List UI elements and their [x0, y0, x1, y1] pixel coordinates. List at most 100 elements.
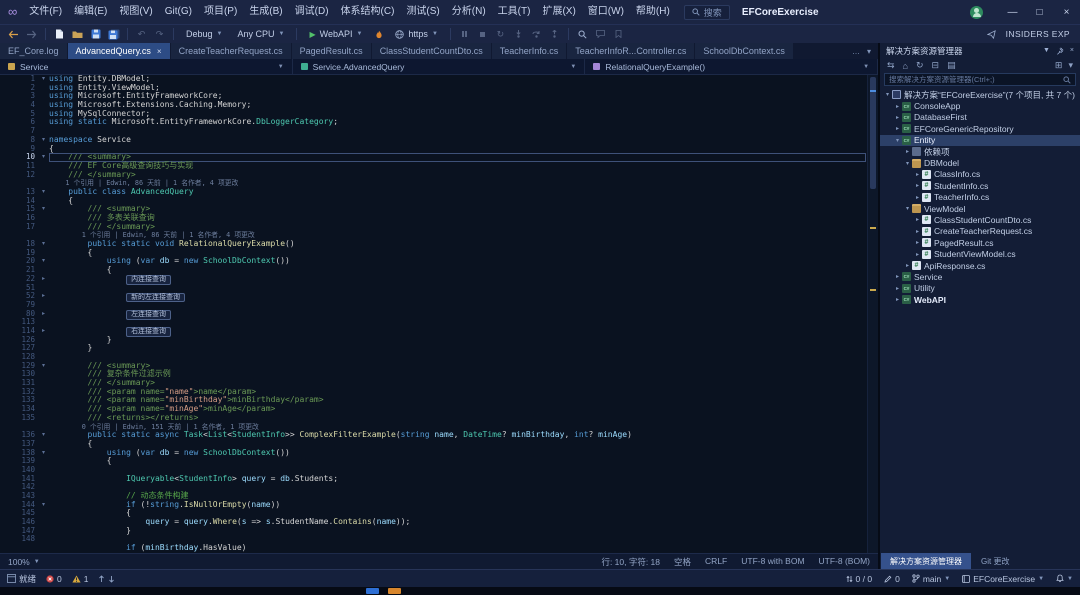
tree-item[interactable]: ▸C#Service: [880, 271, 1080, 282]
expander-icon[interactable]: ▸: [893, 285, 902, 292]
tree-item[interactable]: ▸#StudentViewModel.cs: [880, 248, 1080, 259]
document-tab[interactable]: TeacherInfo.cs: [492, 43, 567, 59]
step-out-icon[interactable]: [547, 27, 562, 42]
expander-icon[interactable]: ▸: [913, 228, 922, 235]
editor-status-item[interactable]: 行: 10, 字符: 18: [601, 556, 660, 568]
tab-git-changes[interactable]: Git 更改: [972, 553, 1018, 569]
fold-marker[interactable]: ▾: [38, 205, 49, 214]
redo-icon[interactable]: ↷: [152, 27, 167, 42]
document-tab[interactable]: EF_Core.log: [0, 43, 67, 59]
editor-status-item[interactable]: UTF-8 (BOM): [819, 556, 870, 568]
step-into-icon[interactable]: [511, 27, 526, 42]
navigate-forward-icon[interactable]: [24, 27, 39, 42]
fold-marker[interactable]: ▾: [38, 153, 49, 162]
start-debugging-button[interactable]: ▶WebAPI▼: [303, 29, 368, 39]
expander-icon[interactable]: ▸: [893, 125, 902, 132]
tab-solution-explorer[interactable]: 解决方案资源管理器: [881, 553, 971, 569]
pin-icon[interactable]: [1056, 47, 1064, 55]
expander-icon[interactable]: ▾: [903, 205, 912, 212]
git-branch[interactable]: main ▼: [912, 574, 950, 584]
expander-icon[interactable]: ▸: [893, 273, 902, 280]
error-count[interactable]: 0: [46, 574, 62, 584]
tree-item[interactable]: ▸#ClassStudentCountDto.cs: [880, 214, 1080, 225]
preview-selected-icon[interactable]: ⊞: [1055, 60, 1063, 71]
step-over-icon[interactable]: [529, 27, 544, 42]
fold-marker[interactable]: ▾: [38, 257, 49, 266]
commits-sync[interactable]: 0 / 0: [846, 574, 873, 584]
expander-icon[interactable]: ▸: [893, 114, 902, 121]
editor-status-item[interactable]: UTF-8 with BOM: [741, 556, 804, 568]
menu-item[interactable]: 窗口(W): [582, 0, 630, 24]
expander-icon[interactable]: ▸: [913, 182, 922, 189]
switch-views-icon[interactable]: ⇆: [887, 60, 895, 71]
menu-item[interactable]: 文件(F): [23, 0, 68, 24]
chevron-down-icon[interactable]: ▼: [570, 64, 576, 70]
fold-marker[interactable]: ▾: [38, 501, 49, 510]
tree-item[interactable]: ▾C#Entity: [880, 135, 1080, 146]
tree-item[interactable]: ▸#ClassInfo.cs: [880, 169, 1080, 180]
tree-item[interactable]: ▸#TeacherInfo.cs: [880, 192, 1080, 203]
fold-marker[interactable]: ▸: [38, 292, 49, 301]
menu-item[interactable]: 调试(D): [289, 0, 335, 24]
open-file-icon[interactable]: [70, 27, 85, 42]
breadcrumb-segment[interactable]: Service▼: [0, 59, 293, 74]
platform-dropdown[interactable]: Any CPU▼: [231, 29, 290, 39]
stop-icon[interactable]: [475, 27, 490, 42]
fold-marker[interactable]: ▾: [38, 136, 49, 145]
editor-status-item[interactable]: 空格: [674, 556, 691, 568]
hot-reload-icon[interactable]: [371, 27, 386, 42]
properties-icon[interactable]: ▤: [947, 60, 956, 71]
editor-status-item[interactable]: CRLF: [705, 556, 727, 568]
filter-icon[interactable]: ▾: [1068, 60, 1073, 71]
fold-marker[interactable]: ▾: [38, 449, 49, 458]
menu-item[interactable]: 编辑(E): [68, 0, 113, 24]
menu-item[interactable]: 分析(N): [446, 0, 492, 24]
refresh-icon[interactable]: ↻: [916, 60, 924, 71]
menu-item[interactable]: 项目(P): [198, 0, 243, 24]
chevron-down-icon[interactable]: ▼: [278, 64, 284, 70]
launch-profile-dropdown[interactable]: https▼: [389, 29, 443, 39]
menu-item[interactable]: 帮助(H): [630, 0, 676, 24]
menu-item[interactable]: 工具(T): [492, 0, 537, 24]
fold-marker[interactable]: ▸: [38, 275, 49, 284]
expander-icon[interactable]: ▸: [913, 171, 922, 178]
tree-item[interactable]: ▾ViewModel: [880, 203, 1080, 214]
tree-item[interactable]: ▾DBModel: [880, 157, 1080, 168]
expander-icon[interactable]: ▸: [913, 194, 922, 201]
expander-icon[interactable]: ▸: [903, 262, 912, 269]
menu-item[interactable]: 生成(B): [243, 0, 288, 24]
tree-item[interactable]: ▸依赖项: [880, 146, 1080, 157]
expander-icon[interactable]: ▸: [903, 148, 912, 155]
menu-item[interactable]: 扩展(X): [536, 0, 581, 24]
zoom-control[interactable]: 100% ▼: [8, 557, 40, 567]
fold-marker[interactable]: ▾: [38, 75, 49, 84]
fold-marker[interactable]: ▸: [38, 327, 49, 336]
tree-item[interactable]: ▸#CreateTeacherRequest.cs: [880, 226, 1080, 237]
code-editor[interactable]: 1▾using Entity.DBModel;2using Entity.Vie…: [0, 75, 878, 553]
fold-marker[interactable]: ▾: [38, 362, 49, 371]
scrollbar-thumb[interactable]: [870, 77, 876, 189]
chevron-down-icon[interactable]: ▼: [1043, 47, 1050, 54]
close-icon[interactable]: ×: [1070, 47, 1074, 54]
warning-count[interactable]: 1: [72, 574, 89, 584]
expander-icon[interactable]: ▾: [883, 91, 892, 98]
document-tab[interactable]: PagedResult.cs: [292, 43, 371, 59]
expander-icon[interactable]: ▸: [913, 239, 922, 246]
notifications[interactable]: ▼: [1056, 574, 1073, 583]
quick-search[interactable]: 搜索: [684, 5, 730, 20]
insiders-exp-badge[interactable]: INSIDERS EXP: [1006, 29, 1070, 39]
expander-icon[interactable]: ▸: [913, 216, 922, 223]
restart-icon[interactable]: ↻: [493, 27, 508, 42]
tree-item[interactable]: ▸C#DatabaseFirst: [880, 112, 1080, 123]
chevron-down-icon[interactable]: ▼: [863, 64, 869, 70]
fold-marker[interactable]: ▾: [38, 240, 49, 249]
menu-item[interactable]: 视图(V): [113, 0, 158, 24]
menu-item[interactable]: 体系结构(C): [335, 0, 401, 24]
find-in-files-icon[interactable]: [575, 27, 590, 42]
expander-icon[interactable]: ▸: [913, 251, 922, 258]
minimize-button[interactable]: —: [999, 0, 1026, 24]
comment-icon[interactable]: [593, 27, 608, 42]
document-tab[interactable]: ClassStudentCountDto.cs: [372, 43, 491, 59]
solution-search-box[interactable]: 搜索解决方案资源管理器(Ctrl+;): [884, 73, 1076, 86]
save-all-icon[interactable]: [106, 27, 121, 42]
